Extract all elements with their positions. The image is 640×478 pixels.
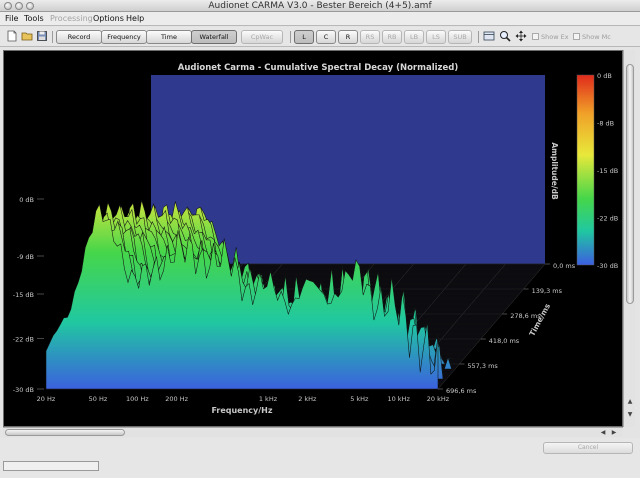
time-tick-label: 557,3 ms [467,362,498,370]
x-axis-ticks: 20 Hz 50 Hz 100 Hz 200 Hz 1 kHz 2 kHz 5 kHz 10 … [37,395,450,403]
zoom-magnifier-icon[interactable] [499,30,511,42]
time-button[interactable]: Time [146,30,192,44]
scroll-right-arrow-icon[interactable]: ▶ [609,428,619,437]
vertical-scroll-thumb[interactable] [626,64,634,304]
y-tick-label: -15 dB [13,291,34,299]
y-axis-label: Amplitude/dB [550,142,559,200]
show-ex-checkbox: Show Ex [532,32,569,42]
y-axis-ticks: 0 dB -9 dB -15 dB -22 dB -30 dB [13,196,44,394]
status-panel: Cancel [0,438,640,478]
time-tick-label: 696,6 ms [446,387,477,395]
scroll-down-arrow-icon[interactable]: ▼ [625,410,635,419]
colorbar [576,74,595,266]
colorbar-ticks: 0 dB -8 dB -15 dB -22 dB -30 dB [597,72,618,270]
frequency-button[interactable]: Frequency [101,30,147,44]
toolbar: Record Frequency Time Waterfall CpWac L … [0,27,640,47]
waterfall-plot-area[interactable]: Audionet Carma - Cumulative Spectral Dec… [3,50,623,427]
menu-tools[interactable]: Tools [24,13,44,25]
save-disk-icon[interactable] [36,30,48,42]
time-tick-label: 418,0 ms [489,337,520,345]
channel-lb-button: LB [404,30,424,44]
x-tick-label: 5 kHz [350,395,369,403]
window-title: Audionet CARMA V3.0 - Bester Bereich (4+… [208,1,432,11]
menu-processing: Processing [50,14,93,23]
window-layout-icon[interactable] [483,30,495,42]
title-bar: Audionet CARMA V3.0 - Bester Bereich (4+… [0,0,640,12]
time-tick-label: 139,3 ms [532,287,563,295]
scroll-up-arrow-icon[interactable]: ▲ [625,397,635,406]
show-mc-checkbox: Show Mc [573,32,611,42]
channel-sub-button: SUB [448,30,472,44]
x-tick-label: 200 Hz [165,395,188,403]
waterfall-button[interactable]: Waterfall [191,30,237,44]
y-tick-label: -22 dB [13,335,34,343]
progress-box [3,461,99,471]
y-tick-label: -9 dB [17,253,34,261]
app-window: Audionet CARMA V3.0 - Bester Bereich (4+… [0,0,640,478]
time-tick-label: 0,0 ms [553,262,576,270]
channel-rb-button: RB [382,30,402,44]
toolbar-separator [52,31,53,43]
menu-help[interactable]: Help [126,13,144,25]
cancel-button: Cancel [543,442,633,454]
waterfall-chart: Audionet Carma - Cumulative Spectral Dec… [13,63,619,415]
x-tick-label: 2 kHz [298,395,317,403]
menu-file[interactable]: File [5,13,18,25]
vertical-scrollbar[interactable]: ▲ ▼ [623,50,635,427]
show-ex-label: Show Ex [541,33,569,41]
channel-r-button[interactable]: R [338,30,358,44]
move-arrows-icon[interactable] [515,30,527,42]
x-axis-label: Frequency/Hz [211,406,272,415]
y-tick-label: -30 dB [13,386,34,394]
horizontal-scrollbar[interactable]: ◀ ▶ [3,427,623,437]
new-document-icon[interactable] [6,30,18,42]
menu-bar: File Tools Processing Options Help [0,12,640,26]
x-tick-label: 20 kHz [427,395,450,403]
channel-rs-button: RS [360,30,380,44]
record-button[interactable]: Record [56,30,102,44]
colorbar-tick-label: 0 dB [597,72,612,80]
colorbar-tick-label: -15 dB [597,167,618,175]
y-tick-label: 0 dB [19,196,34,204]
chart-title: Audionet Carma - Cumulative Spectral Dec… [178,63,459,73]
colorbar-tick-label: -22 dB [597,215,618,223]
show-mc-label: Show Mc [582,33,611,41]
scroll-left-arrow-icon[interactable]: ◀ [598,428,608,437]
horizontal-scroll-thumb[interactable] [5,429,125,436]
menu-options[interactable]: Options [93,13,124,25]
toolbar-separator [290,31,291,43]
open-folder-icon[interactable] [21,30,33,42]
x-tick-label: 10 kHz [387,395,410,403]
x-tick-label: 100 Hz [126,395,149,403]
checkbox-box [532,33,539,40]
x-tick-label: 20 Hz [37,395,56,403]
colorbar-tick-label: -8 dB [597,120,614,128]
x-tick-label: 1 kHz [259,395,278,403]
colorbar-tick-label: -30 dB [597,262,618,270]
toolbar-separator [478,31,479,43]
cpwac-button: CpWac [241,30,283,44]
channel-c-button[interactable]: C [316,30,336,44]
x-tick-label: 50 Hz [89,395,108,403]
channel-l-button[interactable]: L [294,30,314,44]
channel-ls-button: LS [426,30,446,44]
checkbox-box [573,33,580,40]
